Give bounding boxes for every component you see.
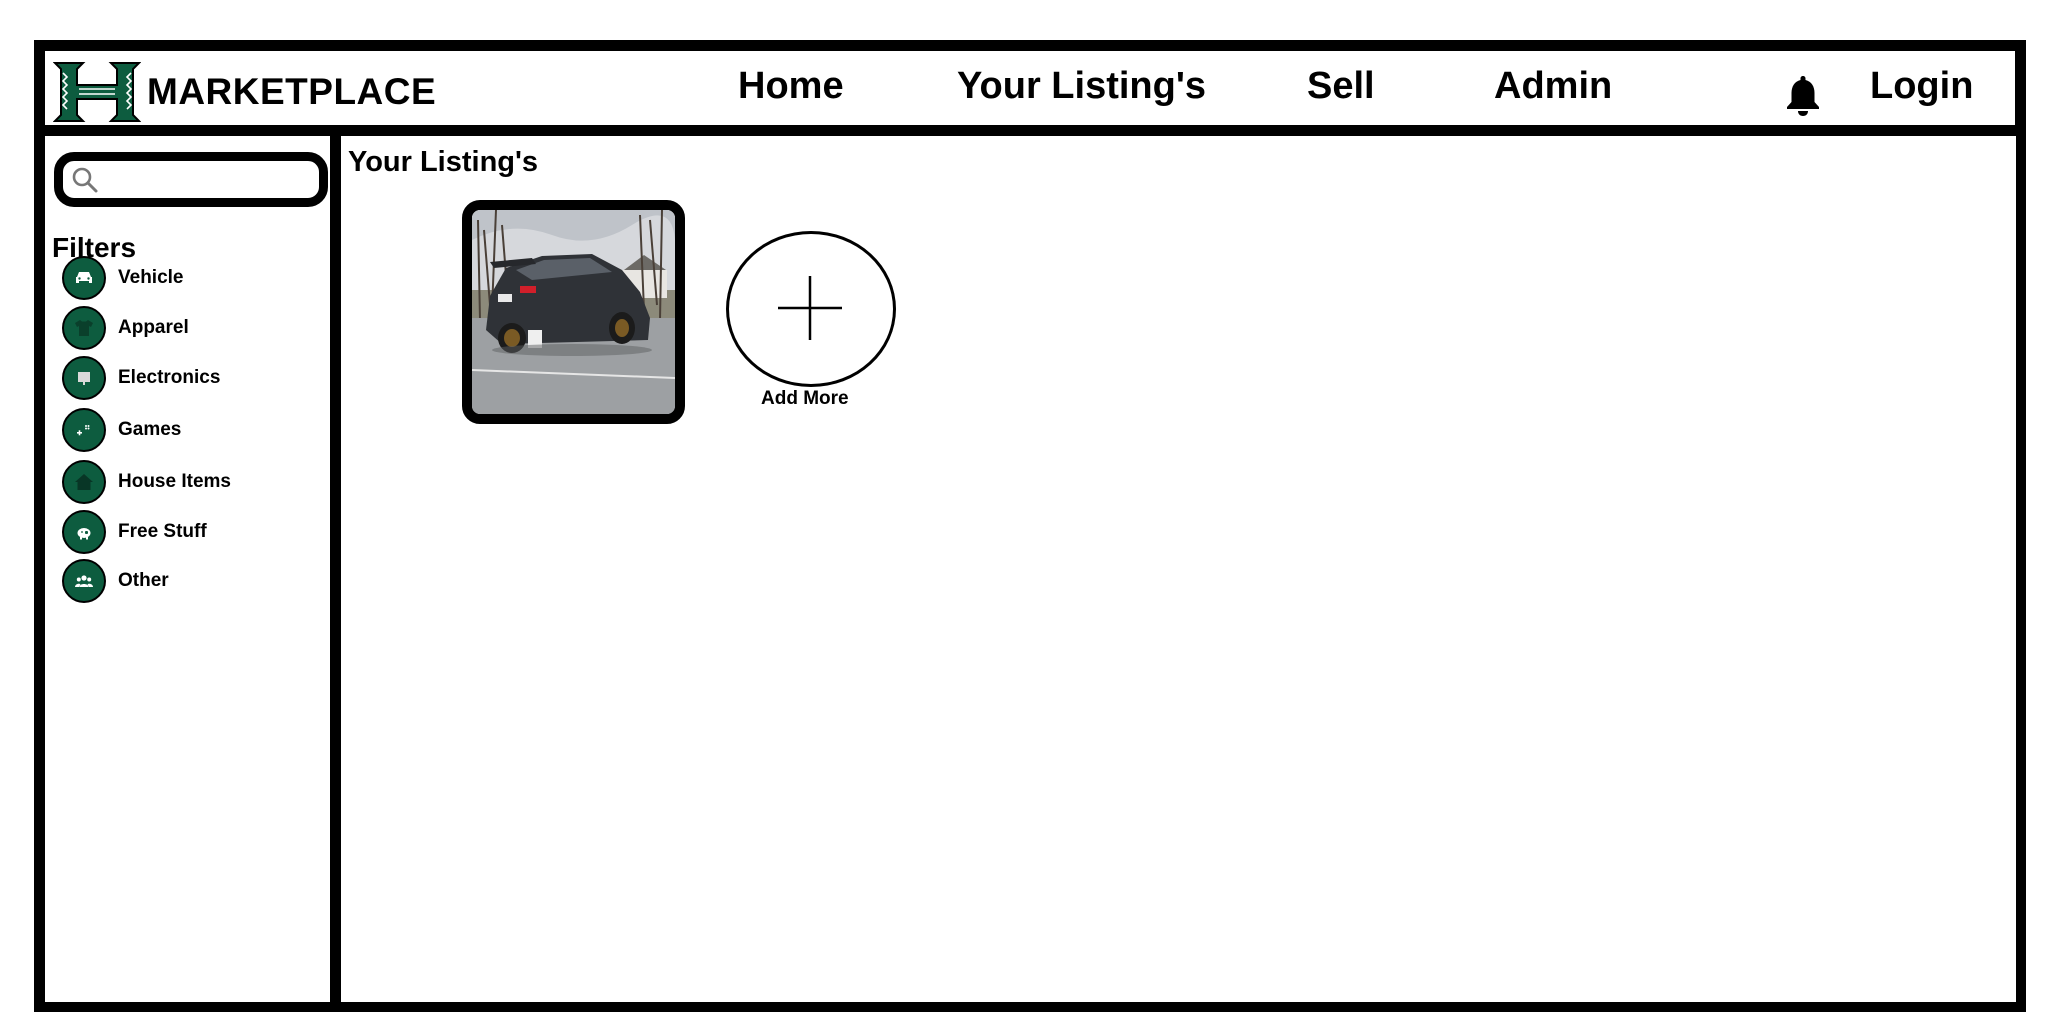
filter-label: Electronics: [118, 367, 221, 388]
filter-electronics[interactable]: Electronics: [62, 356, 220, 400]
filter-label: Games: [118, 419, 182, 440]
app-frame: MARKETPLACE Home Your Listing's Sell Adm…: [34, 40, 2026, 1012]
university-h-logo-icon: [53, 59, 141, 125]
shirt-icon: [62, 306, 106, 350]
house-icon: [62, 460, 106, 504]
search-icon: [72, 167, 98, 193]
plus-icon: [778, 276, 842, 340]
search-input[interactable]: [105, 164, 319, 196]
filter-label: Apparel: [118, 317, 189, 338]
add-more-label[interactable]: Add More: [761, 388, 849, 410]
filter-label: House Items: [118, 471, 231, 492]
page-title: Your Listing's: [348, 146, 539, 178]
nav-admin[interactable]: Admin: [1494, 65, 1612, 108]
filter-free-stuff[interactable]: Free Stuff: [62, 510, 207, 554]
filter-label: Vehicle: [118, 267, 184, 288]
brand-name: MARKETPLACE: [147, 71, 437, 112]
search-box[interactable]: [54, 152, 328, 207]
filter-sidebar: Filters Vehicle Apparel Electronics Game…: [45, 136, 341, 1002]
brand[interactable]: MARKETPLACE: [53, 56, 436, 128]
monitor-icon: [62, 356, 106, 400]
filter-apparel[interactable]: Apparel: [62, 306, 189, 350]
listings-panel: Your Listing's Add More: [341, 136, 2016, 1002]
piggy-bank-icon: [62, 510, 106, 554]
top-nav-bar: MARKETPLACE Home Your Listing's Sell Adm…: [45, 51, 2015, 136]
filter-house-items[interactable]: House Items: [62, 460, 231, 504]
filter-vehicle[interactable]: Vehicle: [62, 256, 184, 300]
filter-other[interactable]: Other: [62, 559, 169, 603]
listing-card[interactable]: [462, 200, 685, 424]
nav-home[interactable]: Home: [738, 65, 844, 108]
gamepad-icon: [62, 408, 106, 452]
bell-icon[interactable]: [1784, 73, 1822, 117]
login-link[interactable]: Login: [1870, 65, 1973, 108]
group-icon: [62, 559, 106, 603]
filter-label: Free Stuff: [118, 521, 207, 542]
car-icon: [62, 256, 106, 300]
filter-games[interactable]: Games: [62, 408, 181, 452]
nav-sell[interactable]: Sell: [1307, 65, 1375, 108]
add-listing-button[interactable]: [726, 231, 896, 387]
filter-label: Other: [118, 570, 169, 591]
nav-your-listings[interactable]: Your Listing's: [957, 65, 1206, 108]
car-photo: [472, 210, 675, 414]
